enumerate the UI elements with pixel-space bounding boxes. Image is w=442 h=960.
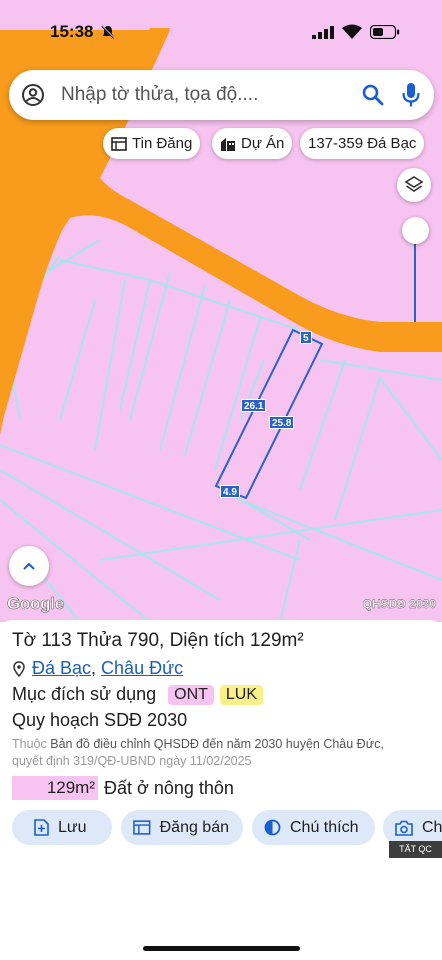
parcel-label-right: 25.8 — [269, 416, 295, 429]
account-icon[interactable] — [21, 83, 45, 107]
status-time: 15:38 — [50, 22, 94, 41]
note-body: Bản đồ điều chỉnh QHSDĐ đến năm 2030 huy… — [50, 737, 384, 751]
add-document-icon — [34, 819, 49, 836]
google-logo: Google — [7, 594, 65, 614]
parcel-title: Tờ 113 Thửa 790, Diện tích 129m² — [12, 630, 304, 651]
disable-ads-button[interactable]: TẮT QC — [389, 841, 442, 858]
parcel-label-bottom: 4.9 — [220, 485, 240, 498]
area-badge: 129m² — [12, 776, 98, 800]
plan-title: Quy hoạch SDĐ 2030 — [12, 710, 188, 730]
chip-projects-label: Dự Án — [241, 135, 285, 152]
commune-link[interactable]: Đá Bạc — [32, 658, 91, 679]
area-type: Đất ở nông thôn — [104, 777, 234, 798]
listing-icon — [133, 820, 151, 835]
camera-icon — [395, 820, 413, 836]
tag-luk[interactable]: LUK — [219, 684, 264, 705]
expand-up-button[interactable] — [9, 546, 49, 586]
capture-label: Ch — [422, 818, 442, 836]
home-indicator[interactable] — [143, 946, 300, 951]
newspaper-icon — [111, 136, 127, 151]
status-bar: 15:38 — [0, 0, 442, 62]
land-use-purpose: Mục đích sử dụng ONT LUK — [12, 684, 264, 705]
capture-button[interactable]: Ch — [383, 810, 442, 845]
chip-address-label: 137-359 Đá Bạc — [308, 135, 417, 152]
contrast-icon — [264, 819, 281, 836]
location-separator: , — [91, 658, 97, 678]
post-sale-button[interactable]: Đăng bán — [121, 810, 243, 845]
opacity-slider-track[interactable] — [414, 240, 416, 322]
microphone-icon[interactable] — [401, 82, 421, 108]
opacity-slider-handle[interactable] — [402, 217, 429, 244]
chip-news-label: Tin Đăng — [132, 135, 193, 152]
chip-projects[interactable]: Dự Án — [212, 128, 293, 159]
parcel-location: Đá Bạc , Châu Đức — [12, 658, 183, 679]
muted-bell-icon — [101, 25, 115, 39]
save-button[interactable]: Lưu — [12, 810, 112, 845]
note-decision: quyết định 319/QĐ-UBND ngày 11/02/2025 — [12, 754, 252, 768]
parcel-info-sheet: Tờ 113 Thửa 790, Diện tích 129m² Đá Bạc … — [0, 620, 442, 960]
tag-ont[interactable]: ONT — [168, 684, 214, 705]
search-bar[interactable] — [9, 70, 434, 120]
save-label: Lưu — [58, 818, 87, 836]
location-pin-icon — [13, 660, 25, 677]
district-link[interactable]: Châu Đức — [101, 658, 183, 679]
cellular-signal-icon — [312, 26, 334, 39]
plan-source-note: Thuộc Bản đồ điều chỉnh QHSDĐ đến năm 20… — [12, 736, 437, 770]
layers-icon — [404, 176, 424, 192]
battery-icon — [370, 25, 400, 39]
search-icon[interactable] — [361, 83, 385, 107]
annotate-button[interactable]: Chú thích — [252, 810, 375, 845]
post-sale-label: Đăng bán — [159, 818, 229, 836]
parcel-label-top: 5 — [300, 331, 312, 344]
building-icon — [221, 137, 235, 151]
layer-name-label: QHSDĐ 2030 — [362, 597, 436, 611]
chip-news[interactable]: Tin Đăng — [103, 128, 201, 159]
annotate-label: Chú thích — [290, 818, 359, 836]
layers-button[interactable] — [397, 168, 431, 202]
search-input[interactable] — [61, 80, 351, 110]
wifi-icon — [342, 24, 362, 39]
chip-address[interactable]: 137-359 Đá Bạc — [300, 128, 425, 159]
area-row: 129m² Đất ở nông thôn — [12, 776, 234, 800]
chevron-up-icon — [23, 562, 35, 570]
parcel-label-left: 26.1 — [241, 399, 267, 412]
note-prefix: Thuộc — [12, 737, 47, 751]
map-view[interactable]: 5 26.1 25.8 4.9 15:38 Nhập tờ thửa, tọa … — [0, 0, 442, 622]
purpose-label: Mục đích sử dụng — [12, 684, 157, 704]
